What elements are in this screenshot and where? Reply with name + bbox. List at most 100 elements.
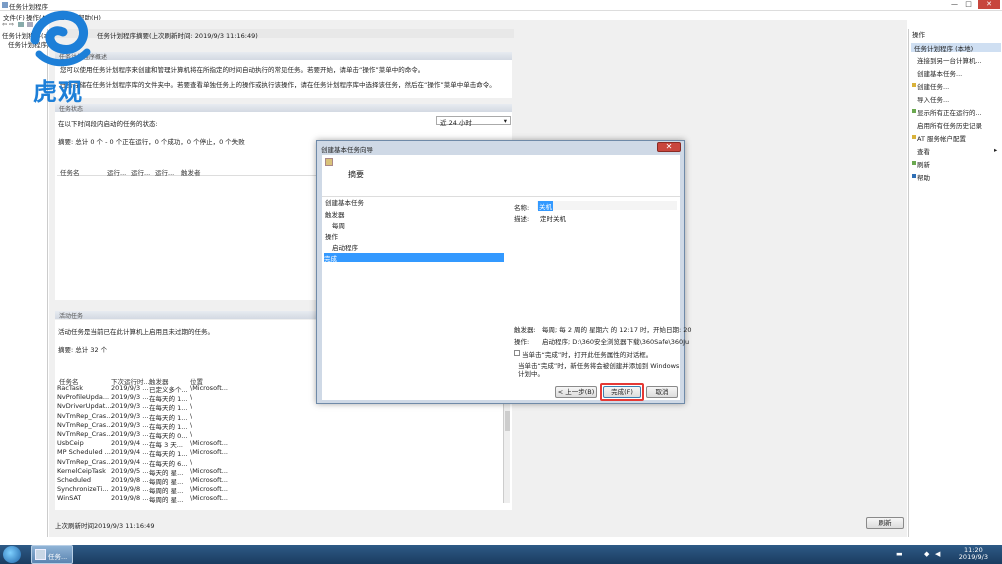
forward-arrow-icon[interactable]: ⇨ [9,21,14,28]
action-item[interactable]: 创建任务... [917,81,949,91]
action-label: 操作: [514,338,530,346]
action-item[interactable]: 启用所有任务历史记录 [917,120,982,130]
table-cell: NvTmRep_Cras... [57,457,113,466]
table-cell: \Microsoft... [190,485,228,494]
watermark-logo: 虎观 [25,10,100,106]
active-summary: 摘要: 总计 32 个 [58,346,108,354]
table-cell: \Microsoft... [190,466,228,475]
step-trigger: 触发器 [325,211,345,219]
table-cell: \Microsoft... [190,494,228,503]
table-cell: \ [190,430,193,438]
status-summary: 摘要: 总计 0 个 - 0 个正在运行，0 个成功，0 个停止，0 个失败 [58,138,245,146]
table-row[interactable]: NvTmRep_Cras... 2019/9/3 ... 在每天的 1... \ [57,420,507,431]
actions-pane: 操作 任务计划程序 (本地) 连接到另一台计算机... 创建基本任务... 创建任务… [908,29,1002,537]
system-tray: ▬ ◆ ◀ 11:20 2019/9/3 [890,545,1002,564]
chevron-down-icon: ▾ [503,117,507,125]
volume-icon[interactable]: ◀ [935,550,940,558]
folder-icon[interactable] [18,22,24,27]
name-label: 名称: [514,204,530,212]
col-run-3[interactable]: 运行... [155,167,174,177]
table-cell: \ [190,420,193,429]
action-item[interactable]: 创建基本任务... [917,68,962,78]
table-cell: \ [190,411,193,420]
actions-subheader[interactable]: 任务计划程序 (本地) [911,43,1001,53]
action-item[interactable]: 连接到另一台计算机... [917,55,982,65]
table-cell: 2019/9/3 ... [111,420,149,429]
trigger-label: 触发器: [514,326,536,334]
table-row[interactable]: KernelCeipTask 2019/9/5 ... 每天的 星... \Micro… [57,466,507,477]
note-line-2: 计划中。 [518,370,544,378]
back-arrow-icon[interactable]: ⇦ [2,21,7,28]
table-row[interactable]: NvTmRep_Cras... 2019/9/4 ... 在每天的 6... \ [57,457,507,468]
refresh-button[interactable]: 刷新 [866,517,904,529]
table-cell: \Microsoft... [190,439,228,448]
table-row[interactable]: NvTmRep_Cras... 2019/9/3 ... 在每天的 1... \ [57,411,507,422]
action-item[interactable]: 帮助 [917,172,930,182]
clock[interactable]: 11:20 2019/9/3 [959,547,988,561]
table-cell: 2019/9/8 ... [111,494,149,503]
tray-arrow-icon[interactable]: ▬ [896,550,903,558]
action-icon [912,83,916,87]
table-cell: 2019/9/5 ... [111,466,149,475]
name-field[interactable]: 关机 [537,201,677,211]
maximize-button[interactable]: □ [962,0,975,9]
back-button[interactable]: < 上一步(B) [555,386,597,398]
step-start-program: 启动程序 [332,244,358,252]
description-value: 定时关机 [540,215,566,223]
col-run-2[interactable]: 运行... [131,167,150,177]
action-icon [912,109,916,113]
table-row[interactable]: SynchronizeTi... 2019/9/8 ... 每周的 星... \Mic… [57,485,507,495]
status-table-header: 任务名 运行... 运行... 运行... 触发者 [57,166,317,177]
dialog-close-button[interactable]: ✕ [657,142,681,152]
open-properties-checkbox[interactable] [514,350,520,356]
table-cell: 每周的 星... [149,496,184,505]
col-trigger[interactable]: 触发者 [181,167,201,177]
table-cell: 2019/9/3 ... [111,430,149,438]
table-row[interactable]: MP Scheduled ... 2019/9/4 ... 在每天的 1... \Mi… [57,448,507,458]
table-cell: \Microsoft... [190,448,228,457]
minimize-button[interactable]: — [948,0,961,9]
finish-button[interactable]: 完成(F) [603,386,641,398]
taskbar-app-button[interactable]: 任务... [31,545,73,564]
col-run-1[interactable]: 运行... [107,167,126,177]
table-cell: Scheduled [57,476,91,484]
status-range-select[interactable]: 近 24 小时 ▾ [436,116,511,127]
action-item[interactable]: 刷新 [917,159,930,169]
task-scheduler-icon [35,549,46,560]
action-item[interactable]: AT 服务帐户配置 [917,133,966,143]
summary-header-text: 任务计划程序摘要(上次刷新时间: 2019/9/3 11:16:49) [97,32,258,40]
table-row[interactable]: UsbCeip 2019/9/4 ... 在每 3 天... \Microsoft..… [57,439,507,449]
active-list-scrollbar[interactable] [503,403,510,503]
close-button[interactable]: ✕ [978,0,1000,9]
start-button[interactable] [3,546,21,563]
action-item[interactable]: 查看 [917,146,930,156]
table-row[interactable]: WinSAT 2019/9/8 ... 每周的 星... \Microsoft... [57,494,507,505]
dialog-heading: 摘要 [348,170,364,179]
action-item[interactable]: 显示所有正在运行的... [917,107,982,117]
table-row[interactable]: Scheduled 2019/9/8 ... 每周的 星... \Microsoft.… [57,476,507,486]
col-task-name[interactable]: 任务名 [60,167,80,177]
taskbar [0,545,1002,564]
action-icon [912,161,916,165]
table-cell: MP Scheduled ... [57,448,111,457]
status-section-header[interactable]: 任务状态 [55,104,512,113]
last-refresh-text: 上次刷新时间2019/9/3 11:16:49 [55,522,155,530]
cancel-button[interactable]: 取消 [646,386,678,398]
overview-section-header[interactable]: 任务计划程序概述 [55,52,512,61]
dialog-title: 创建基本任务向导 [321,146,373,154]
summary-header: 任务计划程序摘要(上次刷新时间: 2019/9/3 11:16:49) [49,29,514,40]
action-icon [912,174,916,178]
dialog-header: 摘要 [322,155,680,197]
table-cell: 2019/9/3 ... [111,384,149,392]
action-item[interactable]: 导入任务... [917,94,949,104]
network-icon[interactable]: ◆ [924,550,929,558]
table-row[interactable]: NvTmRep_Cras... 2019/9/3 ... 在每天的 0... \ [57,430,507,440]
table-cell: NvDriverUpdat... [57,402,112,411]
table-cell: RacTask [57,384,83,392]
table-cell: \ [190,402,193,411]
tiger-logo-icon [30,10,91,67]
table-cell: NvTmRep_Cras... [57,430,113,438]
table-cell: SynchronizeTi... [57,485,109,494]
overview-line-2: 任务存储在任务计划程序库的文件夹中。若要查看单独任务上的操作或执行该操作，请在任… [60,81,496,89]
table-cell: 2019/9/8 ... [111,485,149,494]
